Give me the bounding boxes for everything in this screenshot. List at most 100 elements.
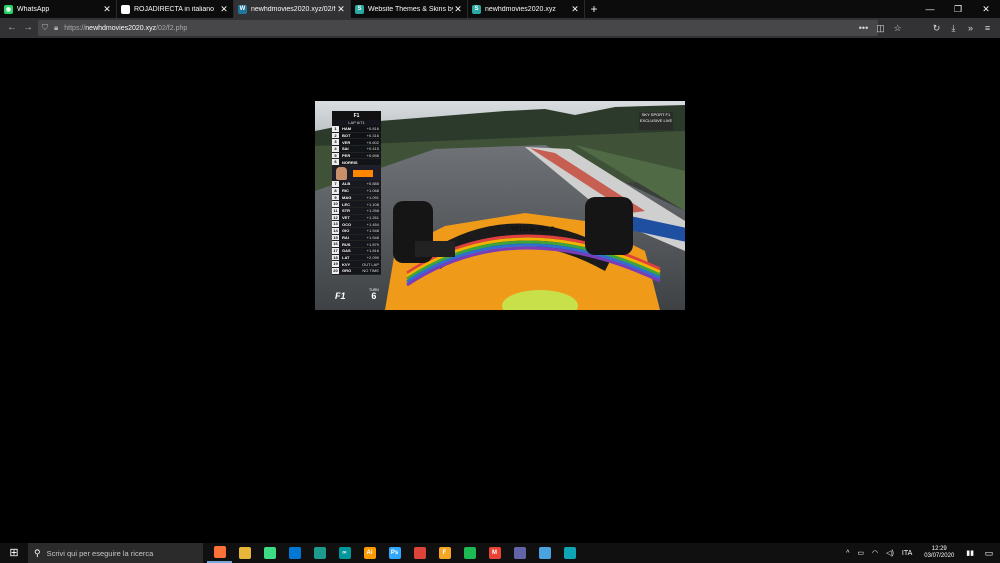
file-explorer-icon <box>238 547 251 559</box>
file-explorer-taskbar-button[interactable] <box>232 543 257 563</box>
driver-code: STR <box>342 208 350 214</box>
pocket-icon[interactable]: ◫ <box>872 23 889 34</box>
reload-icon[interactable]: ↻ <box>928 23 945 34</box>
illustrator-taskbar-button[interactable]: Ai <box>357 543 382 563</box>
position-number: 19 <box>332 261 339 268</box>
downloads-icon[interactable]: ⤓ <box>945 23 962 34</box>
browser-tab[interactable]: Snewhdmovies2020.xyz ✕ <box>468 0 585 18</box>
gap-time: +0.602 <box>366 139 379 145</box>
chrome-taskbar-button[interactable] <box>407 543 432 563</box>
timing-row: 11 STR +1.258 <box>332 207 381 215</box>
browser-tab[interactable]: ROJADIRECTA in italiano ✕ <box>117 0 234 18</box>
photoshop-icon: Ps <box>388 547 401 559</box>
fiverr-taskbar-button[interactable]: F <box>432 543 457 563</box>
photoshop-taskbar-button[interactable]: Ps <box>382 543 407 563</box>
edge-taskbar-button[interactable] <box>557 543 582 563</box>
timing-row: 15 RAI +1.548 <box>332 234 381 242</box>
driver-code: HAM <box>342 126 352 132</box>
chrome-icon <box>413 547 426 559</box>
window-controls: — ❐ ✕ <box>916 0 1000 18</box>
gap-time: +0.885 <box>366 181 379 187</box>
browser-tab[interactable]: ◉ WhatsApp ✕ <box>0 0 117 18</box>
position-number: 16 <box>332 241 339 247</box>
position-number: 7 <box>332 181 339 187</box>
pinned-apps: ∞ Ai Ps F M <box>207 543 582 563</box>
position-number: 17 <box>332 248 339 254</box>
tray-chevron-icon[interactable]: ^ <box>846 550 849 557</box>
android-studio-taskbar-button[interactable] <box>257 543 282 563</box>
close-tab-icon[interactable]: ✕ <box>570 4 580 15</box>
timing-row: 19 KVY OUT LAP <box>332 261 381 269</box>
gmail-taskbar-button[interactable]: M <box>482 543 507 563</box>
close-tab-icon[interactable]: ✕ <box>219 4 229 15</box>
position-number: 10 <box>332 201 339 207</box>
tab-title: newhdmovies2020.xyz <box>485 5 556 13</box>
timing-row: 18 LAT +2.090 <box>332 254 381 262</box>
notepad-icon <box>538 547 551 559</box>
firefox-taskbar-button[interactable] <box>207 543 232 563</box>
notepad-taskbar-button[interactable] <box>532 543 557 563</box>
gmail-icon: M <box>488 547 501 559</box>
position-number: 2 <box>332 132 339 139</box>
spotify-taskbar-button[interactable] <box>457 543 482 563</box>
show-desktop-icon[interactable]: ▮▮ <box>966 549 974 557</box>
spotify-icon <box>463 547 476 559</box>
forward-icon[interactable]: → <box>20 20 36 36</box>
back-icon[interactable]: ← <box>4 20 20 36</box>
bookmark-star-icon[interactable]: ☆ <box>889 23 906 34</box>
menu-icon[interactable]: ≡ <box>979 23 996 33</box>
lock-icon[interactable]: 🔒︎ <box>54 23 58 33</box>
tab-title: newhdmovies2020.xyz/02/f <box>251 5 336 13</box>
search-icon: ⚲ <box>34 547 41 558</box>
driver-code: RIC <box>342 188 349 194</box>
address-bar[interactable]: ⛉ 🔒︎ https://newhdmovies2020.xyz/02/f2.p… <box>38 20 878 36</box>
driver-code: RAI <box>342 234 349 240</box>
driver-face <box>336 167 347 181</box>
car-sponsor-text: VELO ▶ VELO <box>511 227 555 233</box>
maximize-icon[interactable]: ❐ <box>944 0 972 18</box>
taskbar-search[interactable]: ⚲ Scrivi qui per eseguire la ricerca <box>28 543 203 563</box>
gap-time: +1.548 <box>366 228 379 234</box>
timing-row: 5 PER +0.698 <box>332 152 381 160</box>
shield-icon[interactable]: ⛉ <box>42 23 48 33</box>
tab-title: Website Themes & Skins by Sty <box>368 5 453 13</box>
android-studio-icon <box>263 547 276 559</box>
video-player[interactable]: F1 LAP 6/71 1 HAM +0.816 2 BOT +0.316 3 VER +0.6… <box>315 101 685 310</box>
url-text[interactable]: https://newhdmovies2020.xyz/02/f2.php <box>64 25 187 32</box>
position-number: 5 <box>332 152 339 159</box>
minimize-icon[interactable]: — <box>916 0 944 18</box>
arduino-taskbar-button[interactable]: ∞ <box>332 543 357 563</box>
language-indicator[interactable]: ITA <box>902 550 912 557</box>
notifications-icon[interactable]: ▭ <box>978 548 1000 559</box>
driver-code: VET <box>342 214 350 220</box>
driver-code: GIO <box>342 228 350 234</box>
timing-row: 20 GRO NO TIME <box>332 268 381 275</box>
position-number: 12 <box>332 214 339 221</box>
wifi-icon[interactable]: ◠ <box>872 549 878 557</box>
turn-number: 6 <box>371 291 377 301</box>
app-icon <box>313 547 326 559</box>
browser-tab[interactable]: S Website Themes & Skins by Sty✕ <box>351 0 468 18</box>
team-logo <box>353 170 373 178</box>
volume-icon[interactable]: ◁) <box>886 549 894 557</box>
page-actions-icon[interactable]: ••• <box>855 23 872 33</box>
close-window-icon[interactable]: ✕ <box>972 0 1000 18</box>
overflow-chevron-icon[interactable]: » <box>962 23 979 33</box>
vscode-taskbar-button[interactable] <box>282 543 307 563</box>
gap-time: +2.090 <box>366 255 379 261</box>
teams-taskbar-button[interactable] <box>507 543 532 563</box>
browser-tab[interactable]: Wnewhdmovies2020.xyz/02/f ✕ <box>234 0 351 18</box>
app-taskbar-button[interactable] <box>307 543 332 563</box>
close-tab-icon[interactable]: ✕ <box>336 4 346 15</box>
position-number: 6 <box>332 159 339 166</box>
clock[interactable]: 12:29 03/07/2020 <box>924 546 954 560</box>
system-tray: ^ ▭ ◠ ◁) ITA 12:29 03/07/2020 ▮▮ ▭ <box>842 543 1000 563</box>
new-tab-icon[interactable]: + <box>585 0 603 18</box>
battery-icon[interactable]: ▭ <box>857 549 864 557</box>
timing-row: 7 ALB +0.885 <box>332 181 381 188</box>
windows-start-icon[interactable]: ⊞ <box>0 543 28 563</box>
driver-code: PER <box>342 153 351 159</box>
close-tab-icon[interactable]: ✕ <box>453 4 463 15</box>
close-tab-icon[interactable]: ✕ <box>102 4 112 15</box>
driver-code: NORRIS <box>342 159 358 165</box>
